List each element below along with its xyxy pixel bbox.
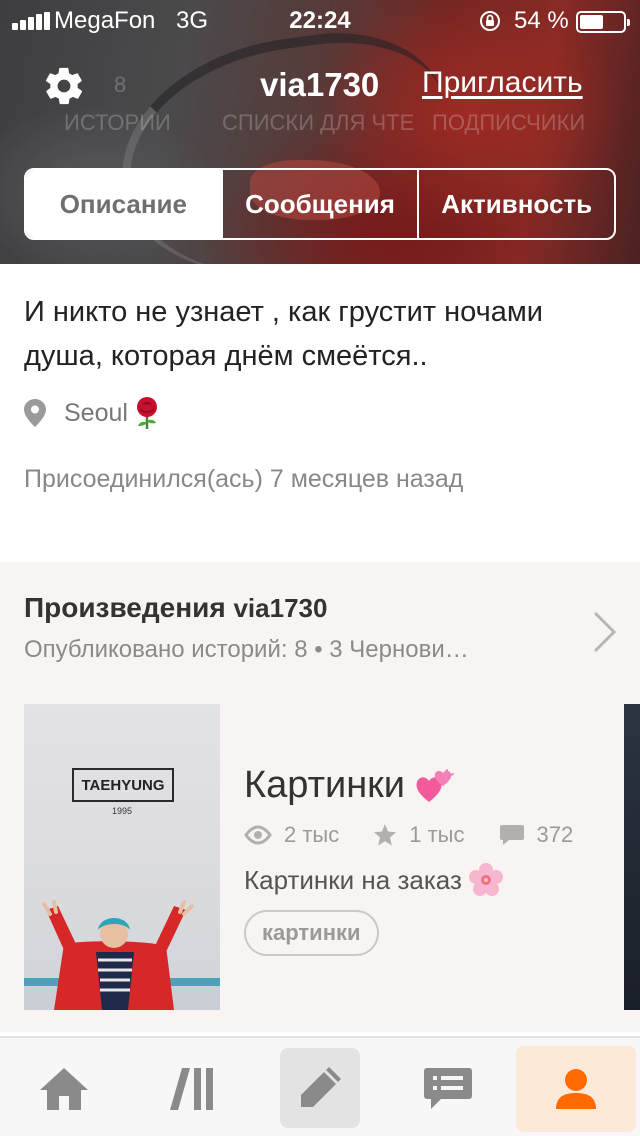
invite-link[interactable]: Пригласить [422, 66, 583, 100]
tab-activity[interactable]: Активность [417, 170, 614, 238]
works-username: via1730 [233, 593, 328, 623]
tab-description[interactable]: Описание [26, 170, 221, 238]
orientation-lock-icon [480, 11, 500, 31]
votes-count: 1 тыс [409, 822, 465, 847]
works-heading[interactable]: Произведения via1730 [24, 592, 327, 624]
chevron-right-icon[interactable] [592, 610, 618, 654]
bottom-tab-bar [0, 1036, 640, 1136]
tab-profile[interactable] [516, 1046, 636, 1132]
comments-count: 372 [536, 822, 574, 847]
library-icon [170, 1068, 213, 1110]
stories-count-ghost: 8 [114, 72, 127, 97]
story-cover[interactable]: TAEHYUNG 1995 [24, 704, 220, 1010]
works-title: Произведения [24, 592, 226, 623]
story-stats: 2 тыс 1 тыс 372 [244, 822, 607, 848]
battery-percent: 54 % [514, 7, 569, 34]
cover-title: TAEHYUNG [72, 768, 174, 802]
battery-icon [576, 11, 630, 33]
write-pencil-icon [301, 1067, 341, 1107]
tab-library[interactable] [132, 1046, 252, 1132]
tab-home[interactable] [4, 1046, 124, 1132]
stories-label-ghost: ИСТОРИИ [64, 110, 171, 135]
two-hearts-emoji-icon [416, 768, 455, 802]
story-tag[interactable]: картинки [244, 910, 379, 956]
reads-count: 2 тыс [284, 822, 340, 847]
profile-location: Seoul [24, 396, 164, 430]
star-icon [374, 824, 397, 846]
story-description: Картинки на заказ [244, 864, 462, 895]
story-title: Картинки [244, 764, 406, 806]
cover-year: 1995 [111, 806, 133, 816]
profile-bio: И никто не узнает , как грустит ночами д… [24, 296, 543, 372]
eye-icon [244, 825, 272, 845]
status-bar: MegaFon 3G 22:24 54 % [0, 0, 640, 40]
comment-icon [499, 825, 524, 845]
story-description-row: Картинки на заказ [244, 862, 504, 898]
reading-lists-label-ghost: СПИСКИ ДЛЯ ЧТЕ [222, 110, 415, 135]
followers-label-ghost: ПОДПИСЧИКИ [432, 110, 586, 135]
profile-header: MegaFon 3G 22:24 54 % 8 ИСТОРИИ СПИСКИ Д… [0, 0, 640, 264]
tab-messages-nav[interactable] [388, 1046, 508, 1132]
profile-tabs: Описание Сообщения Активность [24, 168, 616, 240]
messages-icon [424, 1068, 472, 1109]
works-section: Произведения via1730 Опубликовано истори… [0, 562, 640, 1032]
rose-emoji-icon [136, 397, 157, 429]
story-title-row[interactable]: Картинки [244, 764, 455, 807]
next-story-cover-peek[interactable] [624, 704, 640, 1010]
location-text: Seoul [64, 398, 128, 427]
tab-messages[interactable]: Сообщения [220, 170, 418, 238]
cherry-blossom-emoji-icon [468, 863, 503, 896]
cover-figure-image [24, 900, 220, 1010]
location-pin-icon [24, 399, 46, 427]
works-subtitle: Опубликовано историй: 8 • 3 Чернови… [24, 636, 469, 663]
battery-level-fill [580, 15, 603, 29]
reads-stat: 2 тыс [244, 822, 339, 848]
home-icon [40, 1068, 88, 1110]
profile-icon [556, 1069, 596, 1109]
comments-stat: 372 [499, 822, 574, 848]
settings-gear-icon[interactable] [42, 64, 86, 108]
tab-write[interactable] [280, 1048, 360, 1128]
profile-username: via1730 [260, 66, 380, 103]
joined-date: Присоединился(ась) 7 месяцев назад [24, 465, 464, 493]
votes-stat: 1 тыс [373, 822, 465, 848]
